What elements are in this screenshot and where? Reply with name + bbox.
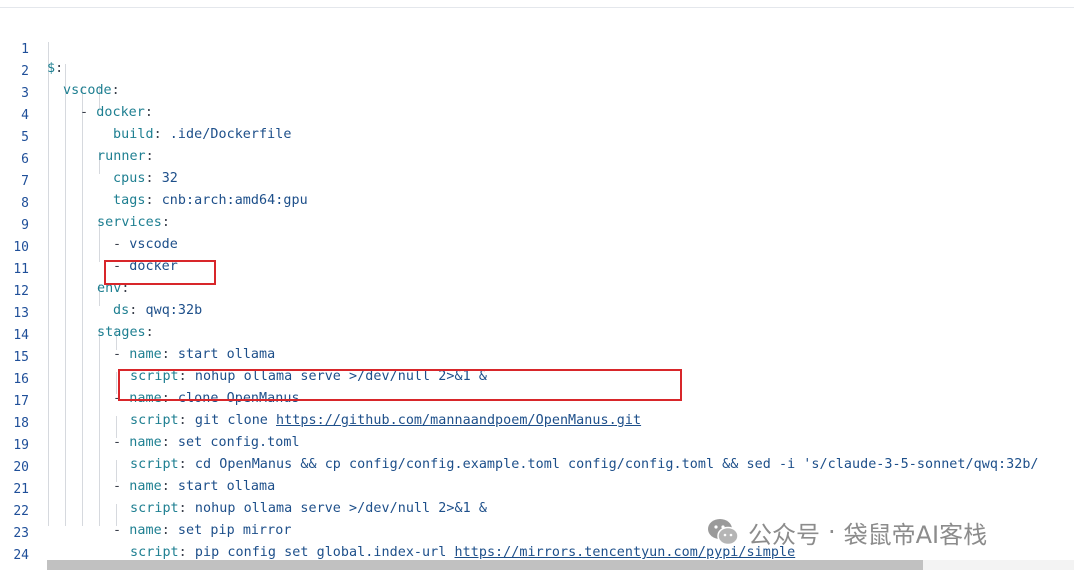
- code-line: 7 tags: cnb:arch:amd64:gpu: [0, 152, 1074, 208]
- line-number: 24: [13, 548, 29, 563]
- code-line: 21 script: nohup ollama serve >/dev/null…: [0, 460, 1074, 516]
- code-line: 22 - name: set pip mirror: [0, 482, 1074, 538]
- code-line: 9 - vscode: [0, 196, 1074, 252]
- code-line: 2 vscode:: [0, 42, 1074, 98]
- code-line: 13 stages:: [0, 284, 1074, 340]
- watermark-separator: ·: [828, 518, 836, 546]
- code-line: 15 script: nohup ollama serve >/dev/null…: [0, 328, 1074, 384]
- code-line: 19 script: cd OpenManus && cp config/con…: [0, 416, 1074, 472]
- code-line: 11 env:: [0, 240, 1074, 296]
- code-line: 1 $:: [0, 20, 1074, 76]
- code-line: 4 build: .ide/Dockerfile: [0, 86, 1074, 142]
- code-line: 3 - docker:: [0, 64, 1074, 120]
- watermark-brand: 公众号: [748, 520, 820, 549]
- code-line: 20 - name: start ollama: [0, 438, 1074, 494]
- horizontal-scrollbar-thumb[interactable]: [47, 560, 923, 570]
- watermark-author: 袋鼠帝AI客栈: [843, 520, 988, 549]
- code-editor[interactable]: 1 $: 2 vscode: 3 - docker: 4 build: .ide…: [0, 20, 1074, 563]
- code-line: 8 services:: [0, 174, 1074, 230]
- code-line: 5 runner:: [0, 108, 1074, 164]
- wechat-icon: [708, 519, 739, 546]
- top-divider: [0, 7, 1074, 8]
- watermark: 公众号 · 袋鼠帝AI客栈: [706, 512, 987, 552]
- code-line: 6 cpus: 32: [0, 130, 1074, 186]
- code-line: 10 - docker: [0, 218, 1074, 274]
- highlight-box-env: [104, 260, 216, 285]
- highlight-box-clone: [118, 369, 682, 401]
- code-line: 14 - name: start ollama: [0, 306, 1074, 362]
